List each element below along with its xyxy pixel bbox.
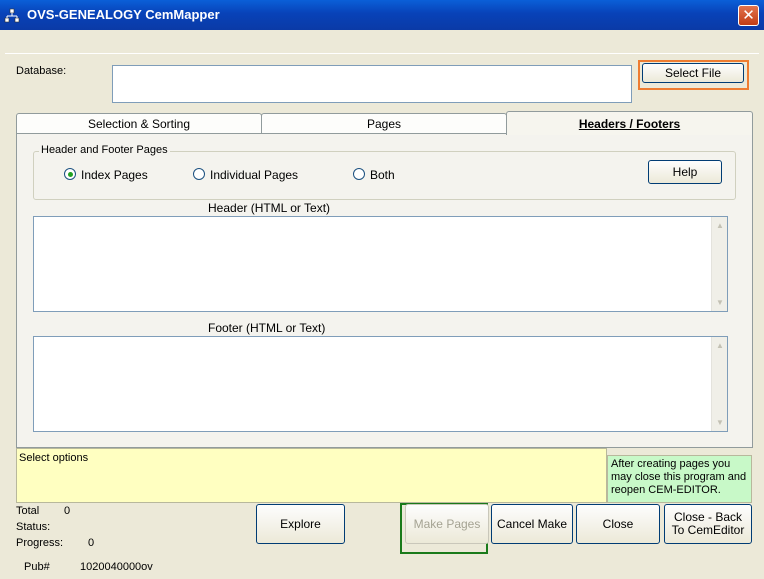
explore-button[interactable]: Explore xyxy=(256,504,345,544)
progress-value: 0 xyxy=(88,537,95,549)
help-button[interactable]: Help xyxy=(648,160,722,184)
radio-index-pages-label[interactable]: Index Pages xyxy=(81,168,148,182)
footer-section-label: Footer (HTML or Text) xyxy=(208,321,326,335)
scroll-up-icon[interactable]: ▲ xyxy=(713,338,727,352)
footer-scrollbar[interactable]: ▲ ▼ xyxy=(711,337,727,431)
status-message: Select options xyxy=(19,452,89,464)
status-label: Status: xyxy=(16,521,51,533)
scroll-down-icon[interactable]: ▼ xyxy=(713,295,727,309)
tab-selection-sorting[interactable]: Selection & Sorting xyxy=(16,113,262,134)
radio-index-pages[interactable] xyxy=(64,168,76,180)
window-title: OVS-GENEALOGY CemMapper xyxy=(27,7,220,22)
radio-individual-pages[interactable] xyxy=(193,168,205,180)
radio-selected-dot xyxy=(68,172,73,177)
footer-textarea[interactable]: ▲ ▼ xyxy=(33,336,728,432)
progress-label: Progress: xyxy=(16,537,64,549)
header-scrollbar[interactable]: ▲ ▼ xyxy=(711,217,727,311)
status-message-box: Select options xyxy=(16,448,607,503)
scroll-up-icon[interactable]: ▲ xyxy=(713,218,727,232)
make-pages-button[interactable]: Make Pages xyxy=(405,504,489,544)
total-label: Total xyxy=(16,505,40,517)
tab-pages[interactable]: Pages xyxy=(261,113,507,134)
database-field[interactable] xyxy=(112,65,632,103)
total-value: 0 xyxy=(64,505,71,517)
radio-both-label[interactable]: Both xyxy=(370,168,395,182)
select-file-button[interactable]: Select File xyxy=(642,63,744,83)
family-tree-icon xyxy=(4,8,20,24)
close-button[interactable]: Close xyxy=(576,504,660,544)
close-back-to-cemeditor-button[interactable]: Close - Back To CemEditor xyxy=(664,504,752,544)
radio-both[interactable] xyxy=(353,168,365,180)
pub-value: 1020040000ov xyxy=(80,561,153,573)
header-textarea[interactable]: ▲ ▼ xyxy=(33,216,728,312)
pub-label: Pub# xyxy=(24,561,50,573)
radio-individual-pages-label[interactable]: Individual Pages xyxy=(210,168,298,182)
cancel-make-button[interactable]: Cancel Make xyxy=(491,504,573,544)
close-icon: ✕ xyxy=(742,7,755,24)
database-label: Database: xyxy=(16,65,67,77)
close-window-button[interactable]: ✕ xyxy=(738,5,759,26)
scroll-down-icon[interactable]: ▼ xyxy=(713,415,727,429)
group-title: Header and Footer Pages xyxy=(39,144,170,156)
client-separator xyxy=(5,53,759,54)
note-box: After creating pages you may close this … xyxy=(607,455,752,503)
header-section-label: Header (HTML or Text) xyxy=(208,201,331,215)
tab-headers-footers[interactable]: Headers / Footers xyxy=(506,111,753,135)
